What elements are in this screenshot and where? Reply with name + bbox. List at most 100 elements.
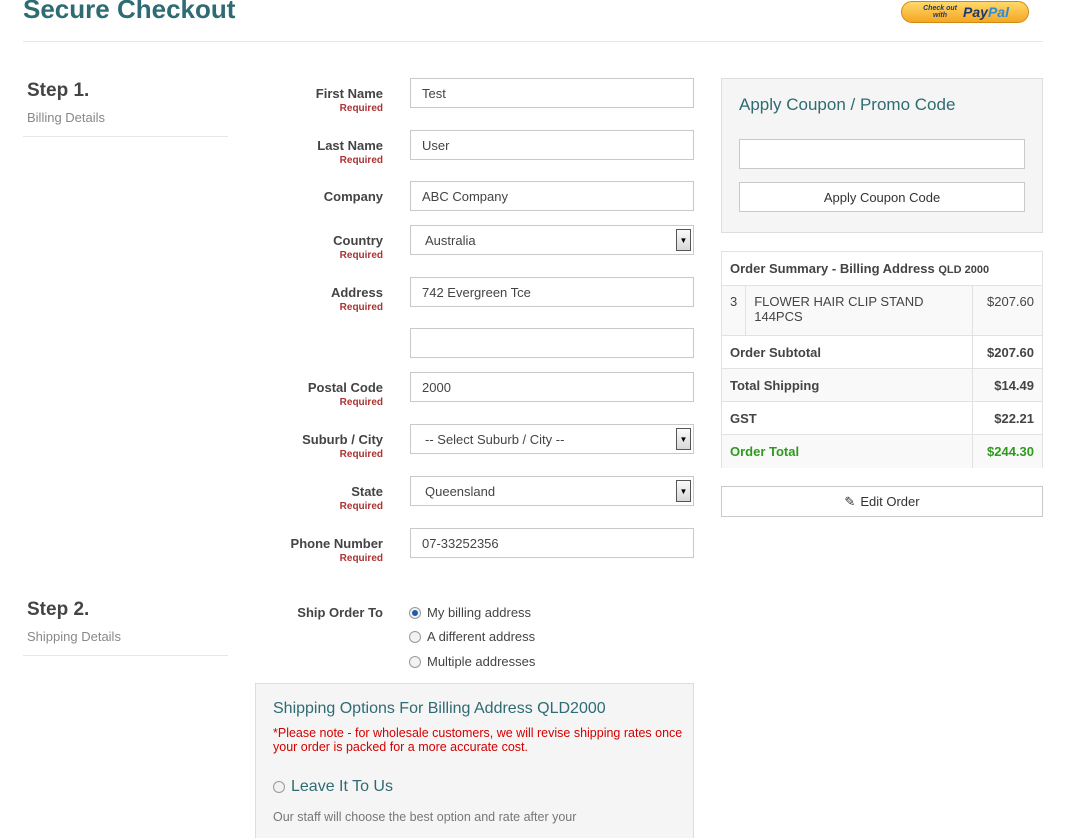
item-name: FLOWER HAIR CLIP STAND 144PCS <box>745 285 973 336</box>
radio-icon[interactable] <box>273 781 285 793</box>
country-label-text: Country <box>333 233 383 248</box>
state-label-text: State <box>351 484 383 499</box>
header-divider <box>23 41 1043 42</box>
ship-to-multiple-option[interactable]: Multiple addresses <box>409 654 535 669</box>
coupon-input[interactable] <box>739 139 1025 169</box>
company-input[interactable]: ABC Company <box>410 181 694 211</box>
postal-code-label-text: Postal Code <box>307 380 383 395</box>
subtotal-row: Order Subtotal $207.60 <box>721 335 1043 369</box>
radio-selected-icon[interactable] <box>409 606 421 619</box>
chevron-down-icon[interactable]: ▼ <box>676 229 691 251</box>
paypal-logo: PayPal <box>963 4 1009 20</box>
required-note: Required <box>339 103 383 114</box>
shipping-row: Total Shipping $14.49 <box>721 368 1043 402</box>
order-summary-heading-code: QLD 2000 <box>938 264 990 276</box>
edit-order-label: Edit Order <box>860 494 920 509</box>
step1-subtitle: Billing Details <box>27 110 106 125</box>
subtotal-label: Order Subtotal <box>721 335 973 369</box>
suburb-select[interactable]: -- Select Suburb / City -- ▼ <box>410 424 694 454</box>
ship-order-to-label-text: Ship Order To <box>297 605 383 620</box>
leave-it-to-us-label: Leave It To Us <box>291 778 393 795</box>
ship-to-option-label: Multiple addresses <box>427 654 536 669</box>
paypal-small-text: Check out with <box>923 5 957 19</box>
required-note: Required <box>339 250 383 261</box>
address-label-text: Address <box>330 285 383 300</box>
shipping-options-panel: Shipping Options For Billing Address QLD… <box>255 683 694 838</box>
phone-label: Phone Number Required <box>291 536 383 564</box>
company-label-text: Company <box>323 189 383 204</box>
last-name-label: Last Name Required <box>317 138 383 166</box>
step2-subtitle: Shipping Details <box>27 629 121 644</box>
shipping-options-title: Shipping Options For Billing Address QLD… <box>273 700 606 717</box>
state-label: State Required <box>340 484 383 512</box>
order-summary-table: Order Summary - Billing Address QLD 2000… <box>720 251 1043 468</box>
required-note: Required <box>339 553 383 564</box>
suburb-label-text: Suburb / City <box>302 432 383 447</box>
first-name-label: First Name Required <box>316 86 383 114</box>
required-note: Required <box>339 501 383 512</box>
step1-title: Step 1. <box>27 80 90 101</box>
ship-to-option-label: A different address <box>427 629 536 644</box>
state-select[interactable]: Queensland ▼ <box>410 476 694 506</box>
order-total-row: Order Total $244.30 <box>721 434 1043 468</box>
order-summary-heading: Order Summary - Billing Address QLD 2000 <box>721 251 1043 286</box>
suburb-select-value: -- Select Suburb / City -- <box>425 431 565 447</box>
last-name-label-text: Last Name <box>317 138 383 153</box>
ship-to-billing-option[interactable]: My billing address <box>409 605 531 620</box>
shipping-note: *Please note - for wholesale customers, … <box>273 726 683 754</box>
item-quantity: 3 <box>720 285 747 336</box>
address-line2-input[interactable] <box>410 328 694 358</box>
state-select-value: Queensland <box>425 483 496 499</box>
shipping-label: Total Shipping <box>721 368 973 402</box>
postal-code-label: Postal Code Required <box>308 380 383 408</box>
required-note: Required <box>339 155 383 166</box>
first-name-input[interactable]: Test <box>410 78 694 108</box>
suburb-label: Suburb / City Required <box>302 432 383 460</box>
phone-label-text: Phone Number <box>290 536 383 551</box>
country-label: Country Required <box>333 233 383 261</box>
order-total-label: Order Total <box>721 434 973 468</box>
country-select[interactable]: Australia ▼ <box>410 225 694 255</box>
ship-to-different-option[interactable]: A different address <box>409 629 535 644</box>
address-input[interactable]: 742 Evergreen Tce <box>410 277 694 307</box>
edit-order-button[interactable]: ✎ Edit Order <box>721 486 1043 517</box>
paypal-brand-a: Pay <box>963 4 988 20</box>
gst-value: $22.21 <box>972 401 1043 435</box>
paypal-checkout-button[interactable]: Check out with PayPal <box>901 1 1029 23</box>
coupon-title: Apply Coupon / Promo Code <box>739 95 956 114</box>
phone-input[interactable]: 07-33252356 <box>410 528 694 558</box>
order-summary-heading-row: Order Summary - Billing Address QLD 2000 <box>721 251 1043 286</box>
country-select-value: Australia <box>425 232 476 248</box>
chevron-down-icon[interactable]: ▼ <box>676 480 691 502</box>
order-summary-heading-text: Order Summary - Billing Address <box>730 261 935 276</box>
step2-title: Step 2. <box>27 599 90 620</box>
item-price: $207.60 <box>972 285 1043 336</box>
leave-it-to-us-description: Our staff will choose the best option an… <box>273 810 577 824</box>
coupon-panel: Apply Coupon / Promo Code Apply Coupon C… <box>721 78 1043 233</box>
radio-icon[interactable] <box>409 655 421 668</box>
last-name-input[interactable]: User <box>410 130 694 160</box>
shipping-value: $14.49 <box>972 368 1043 402</box>
leave-it-to-us-option[interactable]: Leave It To Us <box>273 778 676 796</box>
apply-coupon-button[interactable]: Apply Coupon Code <box>739 182 1025 212</box>
pencil-icon: ✎ <box>844 493 856 509</box>
subtotal-value: $207.60 <box>972 335 1043 369</box>
order-total-value: $244.30 <box>972 434 1043 468</box>
step1-heading: Step 1. Billing Details <box>23 80 228 137</box>
required-note: Required <box>339 449 383 460</box>
chevron-down-icon[interactable]: ▼ <box>676 428 691 450</box>
radio-icon[interactable] <box>409 630 421 643</box>
step2-heading: Step 2. Shipping Details <box>23 599 228 656</box>
paypal-brand-b: Pal <box>987 4 1009 20</box>
ship-to-option-label: My billing address <box>427 605 532 620</box>
first-name-label-text: First Name <box>315 86 383 101</box>
table-row: 3 FLOWER HAIR CLIP STAND 144PCS $207.60 <box>720 285 1043 336</box>
page-title: Secure Checkout <box>23 0 236 24</box>
gst-row: GST $22.21 <box>721 401 1043 435</box>
address-label: Address Required <box>331 285 383 313</box>
required-note: Required <box>339 397 383 408</box>
gst-label: GST <box>721 401 973 435</box>
ship-order-to-label: Ship Order To <box>297 605 383 620</box>
required-note: Required <box>339 302 383 313</box>
postal-code-input[interactable]: 2000 <box>410 372 694 402</box>
